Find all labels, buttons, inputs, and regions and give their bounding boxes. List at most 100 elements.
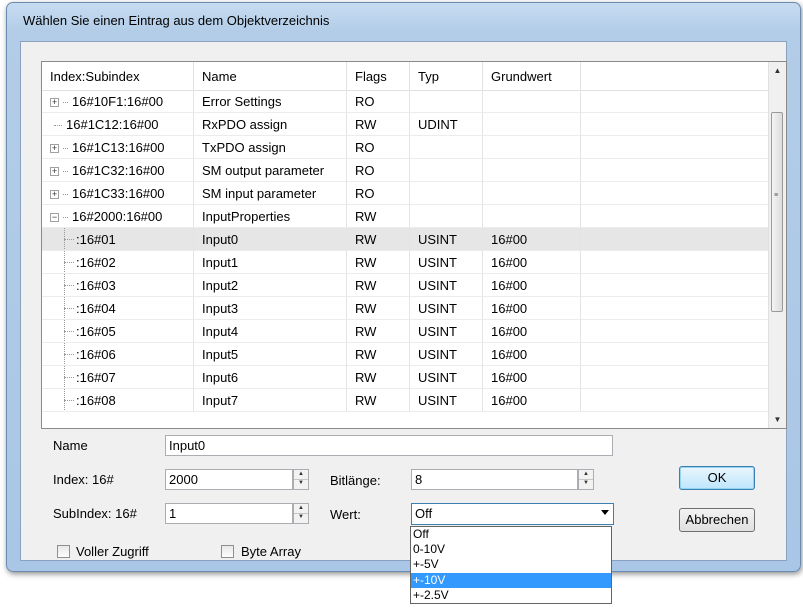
bitlaenge-field[interactable]: 8 [411, 469, 578, 490]
plus-box-icon[interactable]: + [50, 167, 59, 177]
vertical-scrollbar[interactable]: ▲ ≡ ▼ [768, 62, 786, 428]
table-row[interactable]: 16#1C12:16#00 RxPDO assign RW UDINT [42, 113, 770, 136]
cell-flags-text: RO [355, 94, 375, 109]
index-stepper[interactable]: ▲ ▼ [293, 469, 309, 490]
cell-index-text: :16#08 [76, 393, 116, 408]
table-row[interactable]: +16#1C33:16#00 SM input parameter RO [42, 182, 770, 205]
column-header-index[interactable]: Index:Subindex [42, 62, 194, 90]
cell-filler [581, 274, 770, 297]
tree-line [64, 331, 74, 332]
cell-flags: RW [347, 205, 410, 228]
dropdown-option[interactable]: +-2.5V [411, 588, 611, 603]
cell-typ: USINT [410, 343, 483, 366]
cell-filler [581, 389, 770, 412]
cell-flags: RO [347, 182, 410, 205]
cell-name-text: Input3 [202, 301, 239, 316]
wert-dropdown-list[interactable]: Off 0-10V +-5V +-10V +-2.5V [410, 526, 612, 604]
table-row[interactable]: :16#07 Input6 RW USINT 16#00 [42, 366, 770, 389]
chevron-down-icon[interactable] [601, 510, 609, 515]
list-header: Index:Subindex Name Flags Typ Grundwert [42, 62, 770, 91]
cell-flags-text: RW [355, 278, 377, 293]
cell-flags-text: RO [355, 140, 375, 155]
stepper-down-icon[interactable]: ▼ [294, 513, 308, 522]
stepper-down-icon[interactable]: ▼ [579, 479, 593, 488]
cell-name: Input3 [194, 297, 347, 320]
cell-typ: USINT [410, 251, 483, 274]
plus-box-icon[interactable]: + [50, 98, 59, 108]
minus-box-icon[interactable]: − [50, 213, 59, 223]
cell-index: +16#10F1:16#00 [42, 90, 194, 113]
table-row[interactable]: :16#06 Input5 RW USINT 16#00 [42, 343, 770, 366]
voller-zugriff-checkbox[interactable] [57, 545, 70, 558]
ok-button[interactable]: OK [679, 466, 755, 490]
cell-grundwert-text: 16#00 [491, 255, 528, 270]
cell-typ [410, 90, 483, 113]
tree-line [64, 377, 74, 378]
plus-box-icon[interactable]: + [50, 144, 59, 154]
wert-dropdown[interactable]: Off [411, 503, 614, 525]
cell-index: :16#02 [42, 251, 194, 274]
table-row[interactable]: − 16#2000:16#00 InputProperties RW [42, 205, 770, 228]
cell-index: :16#06 [42, 343, 194, 366]
cell-filler [581, 90, 770, 113]
column-header-name[interactable]: Name [194, 62, 347, 90]
tree-line [64, 239, 74, 240]
plus-box-icon[interactable]: + [50, 190, 59, 200]
cell-index-text: :16#04 [76, 301, 116, 316]
cell-flags: RO [347, 159, 410, 182]
cell-filler [581, 205, 770, 228]
abbrechen-button[interactable]: Abbrechen [679, 508, 755, 532]
cell-name-text: Input5 [202, 347, 239, 362]
column-header-flags[interactable]: Flags [347, 62, 410, 90]
dropdown-option-highlighted[interactable]: +-10V [411, 572, 611, 588]
cell-name: Input0 [194, 228, 347, 251]
index-field[interactable]: 2000 [165, 469, 293, 490]
table-row[interactable]: :16#08 Input7 RW USINT 16#00 [42, 389, 770, 412]
dropdown-option[interactable]: +-5V [411, 557, 611, 572]
byte-array-checkbox[interactable] [221, 545, 234, 558]
cell-flags: RO [347, 136, 410, 159]
cell-name: Input1 [194, 251, 347, 274]
cell-index: +16#1C33:16#00 [42, 182, 194, 205]
cell-name: SM output parameter [194, 159, 347, 182]
dropdown-option[interactable]: Off [411, 527, 611, 542]
column-header-typ[interactable]: Typ [410, 62, 483, 90]
table-row[interactable]: :16#02 Input1 RW USINT 16#00 [42, 251, 770, 274]
scroll-up-icon[interactable]: ▲ [769, 62, 786, 79]
object-directory-list[interactable]: Index:Subindex Name Flags Typ Grundwert … [41, 61, 787, 429]
tree-line [64, 285, 74, 286]
table-row[interactable]: :16#05 Input4 RW USINT 16#00 [42, 320, 770, 343]
cell-typ: USINT [410, 228, 483, 251]
subindex-stepper[interactable]: ▲ ▼ [293, 503, 309, 524]
stepper-down-icon[interactable]: ▼ [294, 479, 308, 488]
bitlaenge-stepper[interactable]: ▲ ▼ [578, 469, 594, 490]
column-header-grundwert[interactable]: Grundwert [483, 62, 581, 90]
name-field[interactable]: Input0 [165, 435, 613, 456]
cell-name-text: InputProperties [202, 209, 291, 224]
table-row[interactable]: +16#10F1:16#00 Error Settings RO [42, 90, 770, 113]
cell-flags-text: RW [355, 301, 377, 316]
cell-grundwert [483, 90, 581, 113]
wert-label: Wert: [330, 507, 361, 522]
cell-filler [581, 182, 770, 205]
scroll-down-icon[interactable]: ▼ [769, 411, 786, 428]
cell-typ-text: USINT [418, 347, 457, 362]
table-row[interactable]: +16#1C32:16#00 SM output parameter RO [42, 159, 770, 182]
cell-name: SM input parameter [194, 182, 347, 205]
cell-name: TxPDO assign [194, 136, 347, 159]
cell-typ: USINT [410, 389, 483, 412]
table-row[interactable]: :16#03 Input2 RW USINT 16#00 [42, 274, 770, 297]
cell-name-text: Input2 [202, 278, 239, 293]
subindex-field[interactable]: 1 [165, 503, 293, 524]
dropdown-option[interactable]: 0-10V [411, 542, 611, 557]
table-row[interactable]: +16#1C13:16#00 TxPDO assign RO [42, 136, 770, 159]
cell-filler [581, 228, 770, 251]
table-row[interactable]: :16#01 Input0 RW USINT 16#00 [42, 228, 770, 251]
cell-name-text: Input6 [202, 370, 239, 385]
cell-index-text: 16#1C32:16#00 [72, 163, 165, 178]
cell-filler [581, 113, 770, 136]
cell-filler [581, 159, 770, 182]
table-row[interactable]: :16#04 Input3 RW USINT 16#00 [42, 297, 770, 320]
cell-flags: RO [347, 90, 410, 113]
scrollbar-thumb[interactable] [771, 112, 783, 312]
